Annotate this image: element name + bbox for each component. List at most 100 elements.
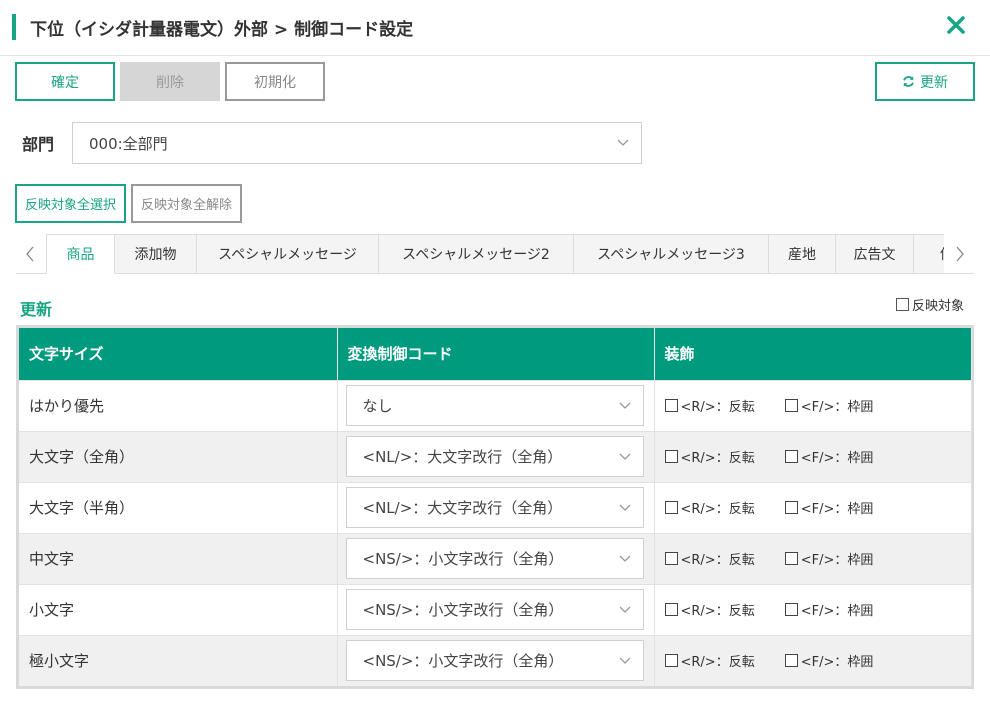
reverse-label: <R/>：反転: [680, 502, 755, 517]
checkbox-box: [784, 603, 798, 616]
control-code-cell: <NL/>：大文字改行（全角）: [337, 481, 655, 533]
refresh-icon: [903, 76, 914, 87]
reverse-checkbox[interactable]: <R/>：反転: [664, 549, 755, 568]
control-code-value: <NS/>：小文字改行（全角）: [362, 550, 564, 568]
control-code-value: <NL/>：大文字改行（全角）: [362, 448, 563, 466]
tab-special-message-2[interactable]: スペシャルメッセージ2: [379, 234, 574, 274]
clear-all-reflect-button[interactable]: 反映対象全解除: [131, 184, 242, 223]
tab-special-message[interactable]: スペシャルメッセージ: [197, 234, 379, 274]
frame-label: <F/>：枠囲: [800, 400, 874, 415]
reverse-checkbox[interactable]: <R/>：反転: [664, 651, 755, 671]
column-header-decoration: 装飾: [654, 328, 972, 380]
chevron-down-icon: [619, 453, 630, 460]
checkbox-box: [664, 603, 678, 616]
chevron-down-icon: [617, 139, 629, 146]
control-code-select[interactable]: <NL/>：大文字改行（全角）: [345, 436, 644, 477]
text-size-cell: 中文字: [19, 532, 338, 584]
control-code-select[interactable]: <NS/>：小文字改行（全角）: [345, 589, 644, 630]
reverse-checkbox[interactable]: <R/>：反転: [664, 396, 755, 415]
text-size-cell: 極小文字: [19, 634, 338, 686]
tab-special-message-3[interactable]: スペシャルメッセージ3: [574, 234, 769, 274]
tab-scroll-right-button[interactable]: [946, 234, 974, 274]
tab-additives[interactable]: 添加物: [115, 234, 197, 274]
checkbox-box: [784, 654, 798, 668]
chevron-right-icon: [956, 246, 964, 262]
control-code-value: <NS/>：小文字改行（全角）: [362, 652, 564, 671]
checkbox-box: [664, 654, 678, 668]
reflect-target-checkbox[interactable]: 反映対象: [896, 295, 964, 314]
reverse-checkbox[interactable]: <R/>：反転: [664, 498, 755, 517]
table-row: 中文字 <NS/>：小文字改行（全角） <R/>：反転 <F/>：枠囲: [19, 532, 972, 584]
frame-label: <F/>：枠囲: [800, 451, 874, 466]
table-row: 大文字（全角） <NL/>：大文字改行（全角） <R/>：反転 <F/>：枠囲: [19, 430, 972, 482]
frame-label: <F/>：枠囲: [800, 502, 874, 517]
init-button[interactable]: 初期化: [225, 62, 325, 101]
reverse-checkbox[interactable]: <R/>：反転: [664, 447, 755, 466]
checkbox-box: [664, 450, 678, 463]
frame-label: <F/>：枠囲: [800, 655, 874, 671]
reverse-label: <R/>：反転: [680, 655, 755, 671]
reverse-label: <R/>：反転: [680, 604, 755, 619]
tab-advertisement[interactable]: 広告文: [836, 234, 914, 274]
tab-origin[interactable]: 産地: [769, 234, 836, 274]
text-size-cell: 大文字（半角）: [19, 481, 338, 533]
frame-label: <F/>：枠囲: [800, 604, 874, 619]
reverse-label: <R/>：反転: [680, 451, 755, 466]
checkbox-box: [784, 450, 798, 463]
page-title: 下位（イシダ計量器電文）外部 > 制御コード設定: [30, 20, 414, 40]
checkbox-box: [784, 552, 798, 565]
control-code-cell: <NL/>：大文字改行（全角）: [337, 430, 655, 482]
control-code-cell: <NS/>：小文字改行（全角）: [337, 634, 655, 686]
decoration-cell: <R/>：反転 <F/>：枠囲: [654, 583, 972, 635]
select-all-reflect-button[interactable]: 反映対象全選択: [15, 184, 126, 223]
control-code-cell: <NS/>：小文字改行（全角）: [337, 532, 655, 584]
decoration-cell: <R/>：反転 <F/>：枠囲: [654, 634, 972, 686]
table-row: 極小文字 <NS/>：小文字改行（全角） <R/>：反転 <F/>：枠囲: [19, 634, 972, 686]
table-row: はかり優先 なし <R/>：反転 <F/>：枠囲: [19, 379, 972, 431]
tab-price[interactable]: 価: [914, 234, 944, 274]
checkbox-box: [896, 298, 909, 311]
control-code-select[interactable]: <NS/>：小文字改行（全角）: [345, 538, 644, 579]
tab-scroll-left-button[interactable]: [16, 234, 44, 274]
chevron-down-icon: [619, 657, 630, 664]
column-header-text-size: 文字サイズ: [19, 328, 338, 380]
chevron-down-icon: [619, 504, 630, 511]
frame-checkbox[interactable]: <F/>：枠囲: [784, 549, 873, 568]
control-code-cell: なし: [337, 379, 655, 431]
title-accent-bar: [12, 14, 16, 40]
checkbox-box: [664, 552, 678, 565]
department-select-value: 000:全部門: [89, 134, 168, 153]
decoration-cell: <R/>：反転 <F/>：枠囲: [654, 481, 972, 533]
table-row: 小文字 <NS/>：小文字改行（全角） <R/>：反転 <F/>：枠囲: [19, 583, 972, 635]
checkbox-box: [664, 501, 678, 514]
reverse-checkbox[interactable]: <R/>：反転: [664, 600, 755, 619]
checkbox-box: [784, 501, 798, 514]
checkbox-box: [664, 399, 678, 412]
department-select[interactable]: 000:全部門: [72, 122, 642, 164]
table-row: 大文字（半角） <NL/>：大文字改行（全角） <R/>：反転 <F/>：枠囲: [19, 481, 972, 533]
refresh-button[interactable]: 更新: [875, 62, 975, 101]
frame-checkbox[interactable]: <F/>：枠囲: [784, 600, 874, 619]
close-icon[interactable]: [944, 13, 968, 37]
confirm-button[interactable]: 確定: [15, 62, 115, 101]
control-code-select[interactable]: <NL/>：大文字改行（全角）: [345, 487, 644, 528]
text-size-cell: 小文字: [19, 583, 338, 635]
frame-checkbox[interactable]: <F/>：枠囲: [784, 498, 874, 517]
control-code-table: 文字サイズ 変換制御コード 装飾 はかり優先 なし <R/>：反転 <F/>：枠囲 大文…: [16, 325, 974, 689]
control-code-value: なし: [362, 397, 393, 415]
control-code-select[interactable]: なし: [345, 385, 644, 426]
frame-checkbox[interactable]: <F/>：枠囲: [784, 447, 874, 466]
column-header-control-code: 変換制御コード: [337, 328, 655, 380]
reflect-target-label: 反映対象: [912, 299, 965, 314]
frame-checkbox[interactable]: <F/>：枠囲: [784, 651, 874, 671]
tab-products[interactable]: 商品: [46, 234, 115, 274]
control-code-cell: <NS/>：小文字改行（全角）: [337, 583, 655, 635]
reverse-label: <R/>：反転: [680, 553, 755, 568]
text-size-cell: 大文字（全角）: [19, 430, 338, 482]
decoration-cell: <R/>：反転 <F/>：枠囲: [654, 430, 972, 482]
control-code-select[interactable]: <NS/>：小文字改行（全角）: [345, 640, 644, 682]
frame-checkbox[interactable]: <F/>：枠囲: [784, 396, 874, 415]
decoration-cell: <R/>：反転 <F/>：枠囲: [654, 379, 972, 431]
refresh-button-label: 更新: [920, 74, 948, 91]
delete-button[interactable]: 削除: [120, 62, 220, 101]
